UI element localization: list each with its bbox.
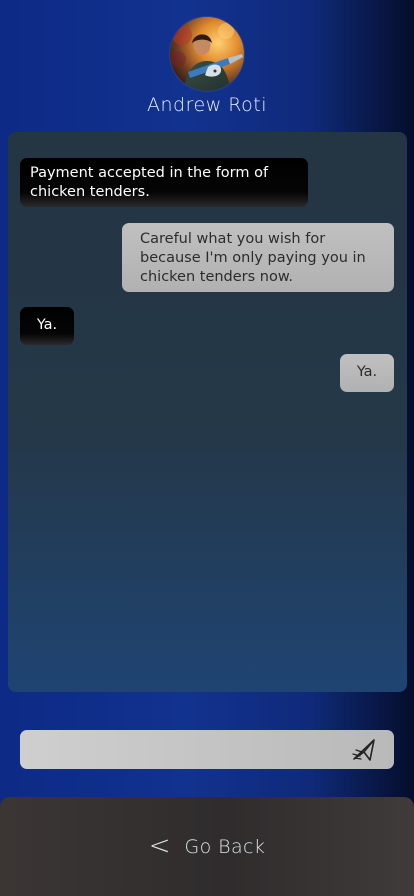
message-input[interactable] [32,730,346,771]
go-back-button[interactable]: < Go Back [0,797,414,896]
chevron-left-icon: < [148,830,171,861]
message-received: Ya. [20,307,74,345]
go-back-label: Go Back [184,835,266,858]
send-button[interactable] [350,737,378,763]
message-received: Payment accepted in the form of chicken … [20,158,308,207]
contact-name: Andrew Roti [147,94,267,116]
message-sent: Careful what you wish for because I'm on… [122,223,394,292]
avatar [170,17,244,91]
message-composer [20,730,394,771]
message-sent: Ya. [340,354,394,392]
paper-plane-icon [350,739,378,767]
footer-bar: < Go Back [0,797,414,896]
chat-panel: Payment accepted in the form of chicken … [8,132,407,692]
